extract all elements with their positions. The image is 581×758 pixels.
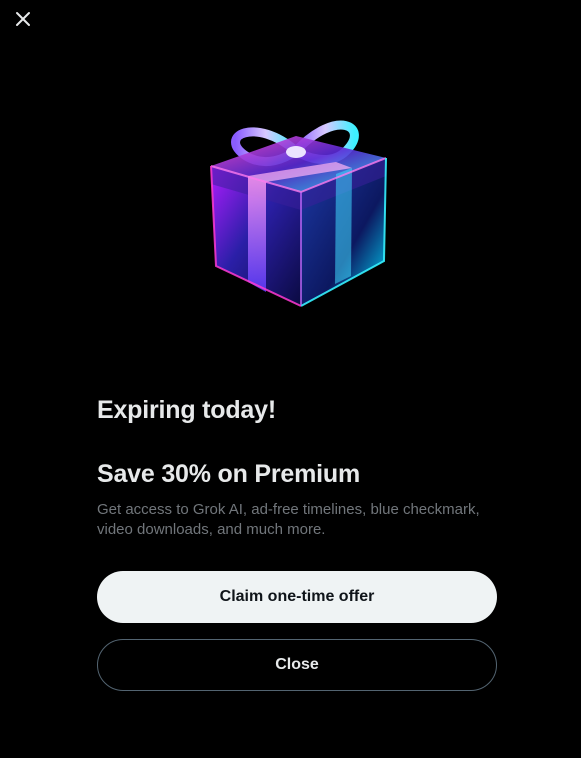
gift-box-icon — [196, 96, 396, 316]
dialog-headline: Expiring today! — [97, 396, 276, 424]
dialog-subheadline: Save 30% on Premium — [97, 460, 360, 488]
claim-offer-button[interactable]: Claim one-time offer — [97, 571, 497, 623]
close-button[interactable]: Close — [97, 639, 497, 691]
close-icon[interactable] — [12, 8, 34, 30]
dialog-description: Get access to Grok AI, ad-free timelines… — [97, 501, 480, 538]
